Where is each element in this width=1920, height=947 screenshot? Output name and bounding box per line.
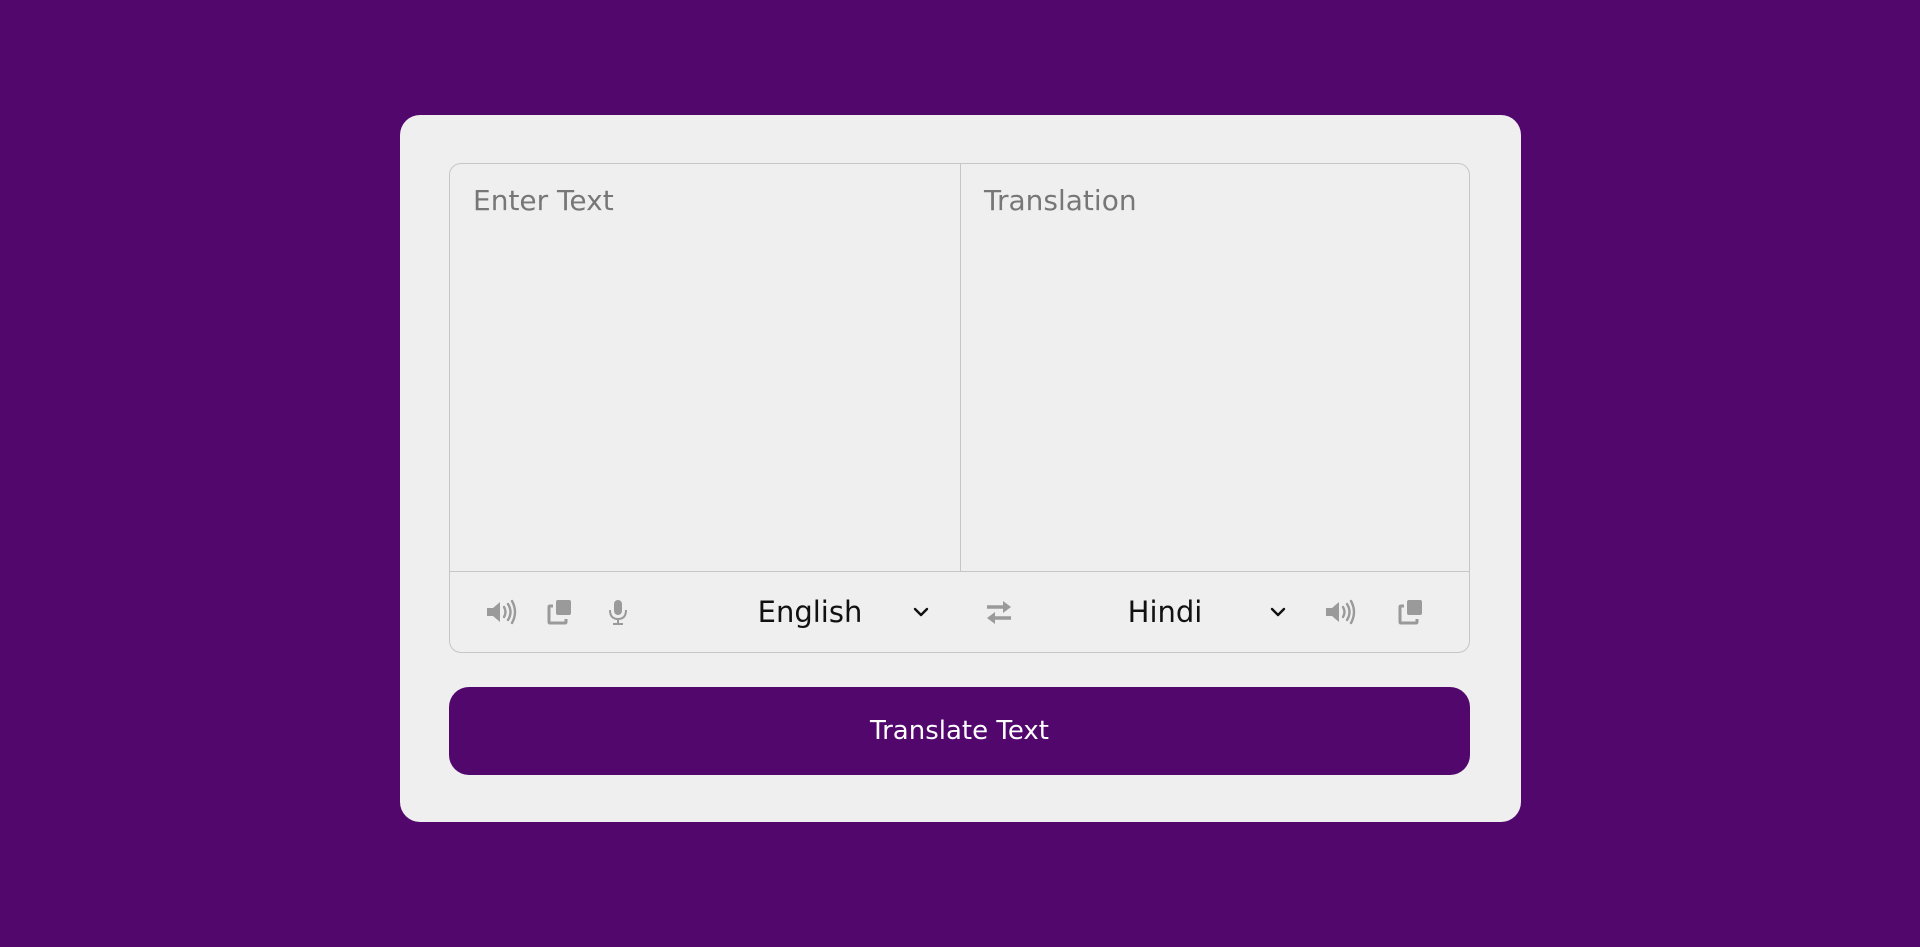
source-copy-icon[interactable]: [542, 594, 578, 630]
translate-button[interactable]: Translate Text: [449, 687, 1470, 775]
source-speak-icon[interactable]: [484, 594, 520, 630]
target-chevron-down-icon[interactable]: [1266, 586, 1290, 638]
source-language-label: English: [757, 595, 863, 629]
translation-panel: English Hindi: [449, 163, 1470, 653]
source-text-input[interactable]: [450, 164, 961, 571]
translation-output[interactable]: [961, 164, 1469, 571]
source-language-select[interactable]: English: [690, 586, 930, 638]
target-speak-icon[interactable]: [1323, 594, 1359, 630]
source-chevron-down-icon[interactable]: [909, 586, 933, 638]
source-microphone-icon[interactable]: [600, 594, 636, 630]
target-copy-icon[interactable]: [1393, 594, 1429, 630]
target-language-label: Hindi: [1127, 595, 1203, 629]
swap-languages-icon[interactable]: [981, 594, 1017, 630]
translator-card: English Hindi: [400, 115, 1521, 822]
target-language-select[interactable]: Hindi: [1045, 586, 1285, 638]
controls-bar: English Hindi: [450, 571, 1469, 652]
